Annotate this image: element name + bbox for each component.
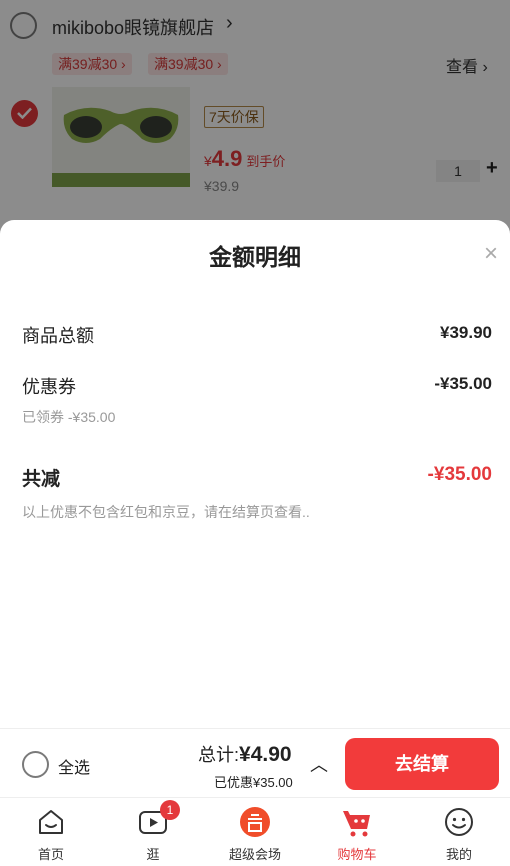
tab-label: 我的 <box>445 847 472 862</box>
total-reduction-label: 共减 <box>22 469 61 490</box>
tab-browse[interactable]: 1 逛 <box>102 798 204 866</box>
discount-note: 以上优惠不包含红包和京豆，请在结算页查看.. <box>22 504 310 520</box>
tab-cart[interactable]: 购物车 <box>306 798 408 866</box>
tab-super-venue[interactable]: 超级会场 <box>204 798 306 866</box>
total-amount: ¥4.90 <box>239 743 292 766</box>
home-icon <box>39 810 63 834</box>
chevron-up-icon[interactable]: ︿ <box>310 751 328 777</box>
profile-icon <box>445 808 473 836</box>
tab-label: 首页 <box>37 847 64 862</box>
tab-bar: 首页 1 逛 超级会场 购物车 我的 <box>0 797 510 866</box>
tab-label: 超级会场 <box>228 847 281 862</box>
checkout-button[interactable]: 去结算 <box>345 738 499 790</box>
select-all-radio[interactable] <box>22 751 49 778</box>
close-icon[interactable]: × <box>484 240 498 268</box>
total-reduction-value: -¥35.00 <box>427 464 492 485</box>
total-line: 总计:¥4.90 <box>198 743 292 766</box>
notification-badge: 1 <box>160 800 180 820</box>
sheet-title: 金额明细 <box>209 244 301 270</box>
tab-label: 逛 <box>146 847 160 862</box>
goods-total-label: 商品总额 <box>22 326 94 346</box>
discount-amount: 已优惠¥35.00 <box>214 775 293 790</box>
select-all-label[interactable]: 全选 <box>58 754 90 778</box>
tab-profile[interactable]: 我的 <box>408 798 510 866</box>
cart-icon <box>343 811 370 837</box>
coupon-value: -¥35.00 <box>434 374 492 393</box>
checkout-bar: 全选 总计:¥4.90 已优惠¥35.00 ︿ 去结算 <box>0 728 510 796</box>
goods-total-value: ¥39.90 <box>440 323 492 342</box>
coupon-label: 优惠券 <box>22 377 76 397</box>
tab-label: 购物车 <box>337 847 377 862</box>
coupon-sub-label: 已领券 -¥35.00 <box>22 409 116 425</box>
tab-home[interactable]: 首页 <box>0 798 102 866</box>
venue-icon <box>240 807 270 837</box>
